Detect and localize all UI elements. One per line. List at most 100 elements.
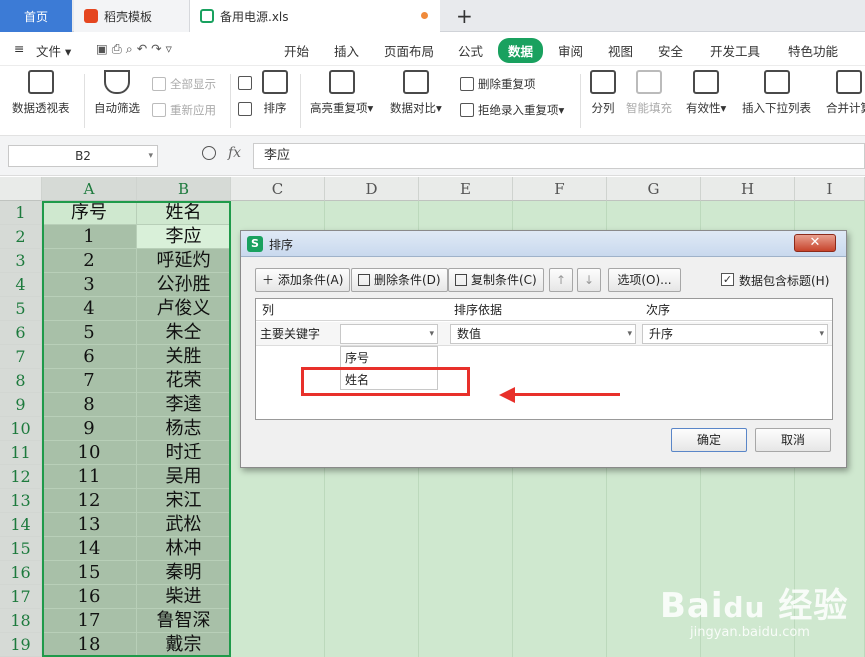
cell-b[interactable]: 柴进: [137, 585, 231, 609]
move-down-button[interactable]: ↓: [577, 268, 601, 292]
row-header[interactable]: 7: [0, 345, 42, 369]
cell-a[interactable]: 5: [42, 321, 137, 345]
cell-a[interactable]: 13: [42, 513, 137, 537]
cell-a[interactable]: 18: [42, 633, 137, 657]
menu-developer[interactable]: 开发工具: [710, 41, 760, 60]
cell-b[interactable]: 时迁: [137, 441, 231, 465]
column-header[interactable]: B: [137, 177, 231, 201]
cell-a[interactable]: 4: [42, 297, 137, 321]
row-header[interactable]: 6: [0, 321, 42, 345]
row-header[interactable]: 5: [0, 297, 42, 321]
cell-a[interactable]: 11: [42, 465, 137, 489]
hamburger-icon[interactable]: ≡: [14, 41, 24, 56]
sort-ascending-icon[interactable]: [238, 76, 256, 90]
cell-a[interactable]: 10: [42, 441, 137, 465]
menu-insert[interactable]: 插入: [334, 41, 359, 60]
cell-a[interactable]: 6: [42, 345, 137, 369]
copy-condition-button[interactable]: 复制条件(C): [448, 268, 544, 292]
cell-b[interactable]: 朱仝: [137, 321, 231, 345]
menu-special[interactable]: 特色功能: [788, 41, 838, 60]
close-button[interactable]: ✕: [794, 234, 836, 252]
row-header[interactable]: 13: [0, 489, 42, 513]
row-header[interactable]: 11: [0, 441, 42, 465]
basis-select[interactable]: 数值 ▾: [450, 324, 636, 344]
cell-b[interactable]: 武松: [137, 513, 231, 537]
show-all-button[interactable]: 全部显示: [152, 76, 216, 92]
row-header[interactable]: 19: [0, 633, 42, 657]
reject-duplicates-button[interactable]: 拒绝录入重复项 ▾: [460, 102, 564, 118]
autofilter-button[interactable]: 自动筛选: [94, 70, 140, 116]
pivot-table-button[interactable]: 数据透视表: [12, 70, 70, 116]
remove-duplicates-button[interactable]: 删除重复项: [460, 76, 536, 92]
cell-b[interactable]: 宋江: [137, 489, 231, 513]
key-select[interactable]: ▾: [340, 324, 438, 344]
cell-a[interactable]: 序号: [42, 201, 137, 225]
cancel-button[interactable]: 取消: [755, 428, 831, 452]
cell-b[interactable]: 李逵: [137, 393, 231, 417]
row-header[interactable]: 9: [0, 393, 42, 417]
row-header[interactable]: 17: [0, 585, 42, 609]
menu-review[interactable]: 审阅: [558, 41, 583, 60]
menu-file[interactable]: 文件 ▾: [36, 41, 71, 60]
cell-b[interactable]: 公孙胜: [137, 273, 231, 297]
row-header[interactable]: 3: [0, 249, 42, 273]
cell-b[interactable]: 秦明: [137, 561, 231, 585]
cell-b[interactable]: 花荣: [137, 369, 231, 393]
smart-fill-button[interactable]: 智能填充: [626, 70, 672, 116]
cell-a[interactable]: 8: [42, 393, 137, 417]
cell-a[interactable]: 17: [42, 609, 137, 633]
cell-a[interactable]: 2: [42, 249, 137, 273]
row-header[interactable]: 10: [0, 417, 42, 441]
row-header[interactable]: 16: [0, 561, 42, 585]
menu-start[interactable]: 开始: [284, 41, 309, 60]
sort-descending-icon[interactable]: [238, 102, 256, 116]
delete-condition-button[interactable]: 删除条件(D): [351, 268, 448, 292]
column-header[interactable]: H: [701, 177, 795, 201]
cell-b[interactable]: 鲁智深: [137, 609, 231, 633]
cell-b[interactable]: 关胜: [137, 345, 231, 369]
ok-button[interactable]: 确定: [671, 428, 747, 452]
options-button[interactable]: 选项(O)...: [608, 268, 681, 292]
sort-button[interactable]: 排序: [262, 70, 288, 116]
split-column-button[interactable]: 分列: [590, 70, 616, 116]
cell-a[interactable]: 7: [42, 369, 137, 393]
cell-a[interactable]: 14: [42, 537, 137, 561]
highlight-duplicates-button[interactable]: 高亮重复项▾: [310, 70, 373, 116]
name-box[interactable]: B2 ▾: [8, 145, 158, 167]
column-header[interactable]: C: [231, 177, 325, 201]
row-header[interactable]: 12: [0, 465, 42, 489]
dropdown-option[interactable]: 序号: [341, 347, 437, 369]
cell-a[interactable]: 15: [42, 561, 137, 585]
cell-b[interactable]: 呼延灼: [137, 249, 231, 273]
cell-b[interactable]: 杨志: [137, 417, 231, 441]
cell-b[interactable]: 吴用: [137, 465, 231, 489]
column-header[interactable]: A: [42, 177, 137, 201]
merge-calc-button[interactable]: 合并计算: [826, 70, 865, 116]
column-header[interactable]: F: [513, 177, 607, 201]
order-select[interactable]: 升序 ▾: [642, 324, 828, 344]
row-header[interactable]: 1: [0, 201, 42, 225]
cell-b[interactable]: 李应: [137, 225, 231, 249]
cell-a[interactable]: 1: [42, 225, 137, 249]
insert-dropdown-button[interactable]: 插入下拉列表: [742, 70, 811, 116]
column-header[interactable]: I: [795, 177, 865, 201]
row-header[interactable]: 14: [0, 513, 42, 537]
select-all-corner[interactable]: [0, 177, 42, 201]
zoom-icon[interactable]: [202, 146, 216, 160]
move-up-button[interactable]: ↑: [549, 268, 573, 292]
header-checkbox[interactable]: ✓: [721, 273, 734, 286]
cell-b[interactable]: 卢俊义: [137, 297, 231, 321]
cell-a[interactable]: 9: [42, 417, 137, 441]
quick-access-toolbar[interactable]: ▣ ⎙ ⌕ ↶ ↷ ▿: [96, 41, 172, 57]
row-header[interactable]: 15: [0, 537, 42, 561]
add-condition-button[interactable]: ＋ 添加条件(A): [255, 268, 351, 292]
fx-icon[interactable]: fx: [228, 145, 241, 161]
row-header[interactable]: 8: [0, 369, 42, 393]
tab-file[interactable]: 备用电源.xls: [190, 0, 440, 32]
cell-b[interactable]: 林冲: [137, 537, 231, 561]
menu-data[interactable]: 数据: [498, 38, 544, 63]
tab-daoke-template[interactable]: 稻壳模板: [74, 0, 190, 32]
cell-b[interactable]: 戴宗: [137, 633, 231, 657]
new-tab-button[interactable]: +: [456, 4, 473, 28]
validity-button[interactable]: 有效性▾: [686, 70, 726, 116]
